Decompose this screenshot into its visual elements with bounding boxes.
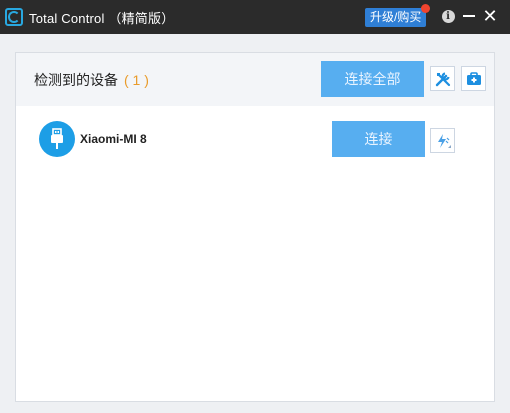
toolbox-button[interactable] (461, 66, 486, 91)
device-count: ( 1 ) (124, 72, 149, 88)
title-bar: Total Control （精简版） 升级/购买 i ✕ (0, 0, 510, 34)
usb-icon (39, 121, 75, 157)
flash-button[interactable] (430, 128, 455, 153)
detected-devices-label: 检测到的设备 (34, 72, 118, 88)
connect-all-button[interactable]: 连接全部 (321, 61, 424, 97)
close-button[interactable]: ✕ (482, 6, 498, 26)
info-icon: i (441, 9, 455, 23)
tools-button[interactable] (430, 66, 455, 91)
tools-icon (435, 71, 450, 86)
upgrade-button[interactable]: 升级/购买 (365, 4, 431, 27)
minimize-icon (463, 15, 475, 17)
info-button[interactable]: i (440, 8, 456, 24)
device-row: Xiaomi-MI 8 连接 (16, 113, 494, 163)
device-panel: 检测到的设备 ( 1 ) 连接全部 Xiaomi-MI 8 连接 (15, 52, 495, 402)
device-name: Xiaomi-MI 8 (80, 132, 147, 146)
upgrade-label: 升级/购买 (370, 10, 422, 24)
notification-dot (421, 4, 431, 13)
window-title: Total Control （精简版） (29, 10, 175, 26)
panel-title: 检测到的设备 ( 1 ) (34, 70, 149, 90)
app-logo-icon (5, 8, 23, 26)
minimize-button[interactable] (461, 8, 477, 24)
connect-button[interactable]: 连接 (332, 121, 425, 157)
close-icon: ✕ (482, 6, 498, 26)
flash-icon (437, 133, 451, 148)
panel-header: 检测到的设备 ( 1 ) 连接全部 (16, 53, 494, 106)
toolbox-icon (466, 71, 481, 85)
